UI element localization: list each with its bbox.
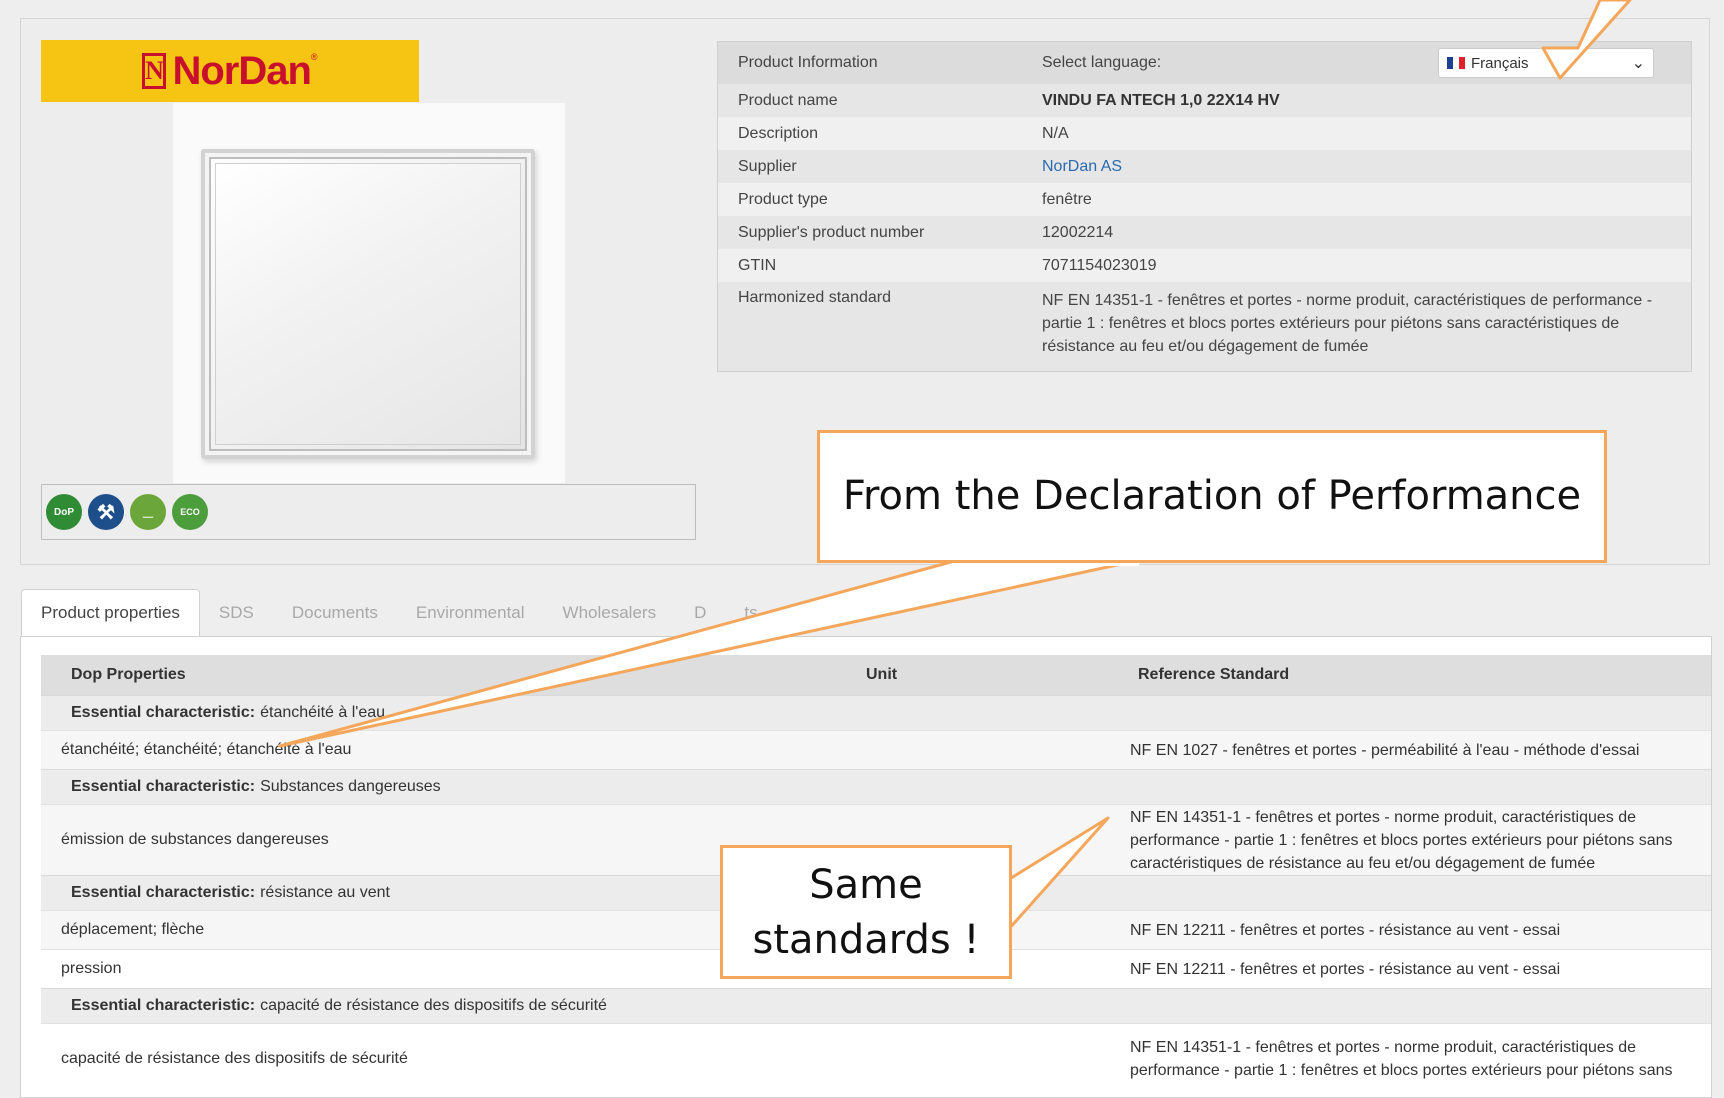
language-label: Select language: xyxy=(1042,54,1162,71)
dop-badge[interactable]: DoP xyxy=(46,494,82,530)
property-reference-standard: NF EN 14351-1 - fenêtres et portes - nor… xyxy=(1130,1039,1673,1079)
language-select[interactable]: Français ⌄ xyxy=(1438,48,1654,78)
info-row: Supplier's product number 12002214 xyxy=(718,216,1691,249)
language-value: Français xyxy=(1471,54,1529,72)
header-unit: Unit xyxy=(866,666,898,683)
info-value: NorDan AS xyxy=(1042,148,1691,185)
info-value: 12002214 xyxy=(1042,224,1114,241)
essential-characteristic-name: Substances dangereuses xyxy=(260,778,441,795)
property-name: capacité de résistance des dispositifs d… xyxy=(61,1050,408,1067)
property-row: capacité de résistance des dispositifs d… xyxy=(41,1023,1711,1094)
nordan-logo-text: NorDan xyxy=(172,48,311,93)
supplier-link[interactable]: NorDan AS xyxy=(1042,158,1122,175)
same-standards-line1: Same xyxy=(809,862,923,908)
chevron-down-icon: ⌄ xyxy=(1631,55,1645,72)
tab-d[interactable]: D xyxy=(675,590,725,636)
essential-characteristic-prefix: Essential characteristic: xyxy=(71,778,256,795)
product-information-table: Product Information Select language: Fra… xyxy=(717,41,1692,372)
info-value: VINDU FA NTECH 1,0 22X14 HV xyxy=(1042,92,1280,109)
info-row: GTIN 7071154023019 xyxy=(718,249,1691,282)
essential-characteristic-name: résistance au vent xyxy=(260,884,390,901)
info-row: Description N/A xyxy=(718,117,1691,150)
property-reference-standard: NF EN 12211 - fenêtres et portes - résis… xyxy=(1130,960,1561,978)
tab-wholesalers[interactable]: Wholesalers xyxy=(544,590,676,636)
eco-badge[interactable]: ECO xyxy=(172,494,208,530)
info-label: Product name xyxy=(738,91,838,109)
property-reference-standard: NF EN 14351-1 - fenêtres et portes - nor… xyxy=(1130,808,1673,872)
product-image xyxy=(173,103,565,483)
essential-characteristic-prefix: Essential characteristic: xyxy=(71,704,256,721)
property-reference-standard: NF EN 12211 - fenêtres et portes - résis… xyxy=(1130,921,1561,939)
info-row: Harmonized standard NF EN 14351-1 - fenêt… xyxy=(718,282,1691,371)
info-label: GTIN xyxy=(738,256,777,274)
properties-header-row: Dop Properties Unit Reference Standard xyxy=(41,655,1711,695)
declaration-callout: From the Declaration of Performance xyxy=(817,430,1607,563)
same-standards-callout: Same standards ! xyxy=(720,845,1012,979)
property-row: étanchéité; étanchéité; étanchéité à l'e… xyxy=(41,730,1711,769)
window-illustration xyxy=(201,149,535,459)
essential-characteristic-name: étanchéité à l'eau xyxy=(260,704,386,721)
essential-characteristic-row: Essential characteristic: étanchéité à l'… xyxy=(41,695,1711,730)
info-label: Description xyxy=(738,124,819,142)
info-row: Product name VINDU FA NTECH 1,0 22X14 HV xyxy=(718,84,1691,117)
nordan-logo: N NorDan ® xyxy=(41,40,419,102)
info-row: Supplier NorDan AS xyxy=(718,150,1691,183)
tab-ts[interactable]: ts xyxy=(725,590,776,636)
product-info-title: Product Information xyxy=(738,54,878,71)
france-flag-icon xyxy=(1447,57,1465,69)
header-reference-standard: Reference Standard xyxy=(1138,666,1290,683)
essential-characteristic-prefix: Essential characteristic: xyxy=(71,884,256,901)
info-row: Product type fenêtre xyxy=(718,183,1691,216)
property-reference-standard: NF EN 1027 - fenêtres et portes - perméa… xyxy=(1130,741,1640,759)
info-value: N/A xyxy=(1042,125,1069,142)
property-name: étanchéité; étanchéité; étanchéité à l'e… xyxy=(61,741,352,758)
tab-documents[interactable]: Documents xyxy=(273,590,397,636)
essential-characteristic-name: capacité de résistance des dispositifs d… xyxy=(260,997,607,1014)
nordan-logo-mark: N xyxy=(142,53,167,89)
essential-characteristic-row: Essential characteristic: Substances dang… xyxy=(41,769,1711,804)
product-info-header: Product Information Select language: Fra… xyxy=(718,42,1691,84)
essential-characteristic-row: Essential characteristic: capacité de rés… xyxy=(41,988,1711,1023)
info-label: Harmonized standard xyxy=(738,289,891,306)
tab-environmental[interactable]: Environmental xyxy=(397,590,544,636)
product-tabs: Product properties SDS Documents Environmen… xyxy=(21,589,777,637)
info-value: 7071154023019 xyxy=(1042,257,1157,274)
tab-sds[interactable]: SDS xyxy=(200,590,273,636)
certification-badges: DoP ⚒ ⸏ ECO xyxy=(41,484,696,540)
info-label: Product type xyxy=(738,190,828,208)
info-value: NF EN 14351-1 - fenêtres et portes - nor… xyxy=(1042,292,1653,355)
header-dop-properties: Dop Properties xyxy=(71,666,186,683)
same-standards-line2: standards ! xyxy=(752,917,980,963)
essential-characteristic-prefix: Essential characteristic: xyxy=(71,997,256,1014)
swan-badge[interactable]: ⸏ xyxy=(130,494,166,530)
info-value: fenêtre xyxy=(1042,191,1092,208)
tools-badge[interactable]: ⚒ xyxy=(88,494,124,530)
tab-product-properties[interactable]: Product properties xyxy=(21,589,200,637)
info-label: Supplier's product number xyxy=(738,223,925,241)
info-label: Supplier xyxy=(738,157,797,175)
